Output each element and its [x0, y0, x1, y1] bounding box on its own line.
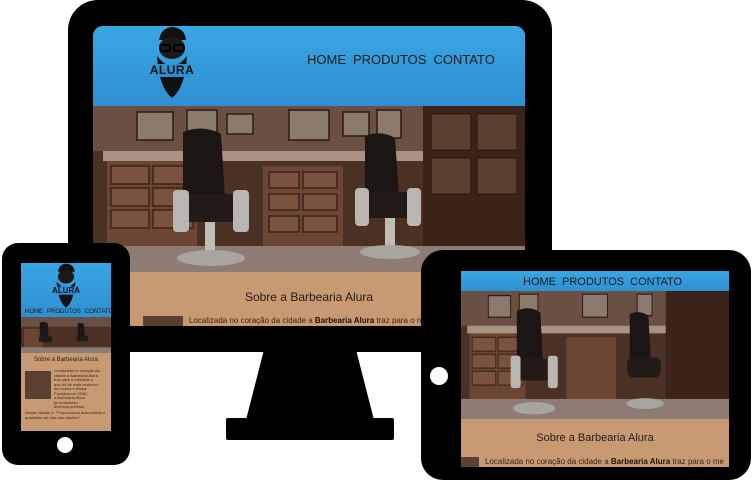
about-text-brand: Barbearia Alura — [314, 316, 375, 325]
phone-nav: HOME PRODUTOS CONTATO — [25, 309, 111, 315]
tablet-about-thumbnail — [461, 457, 479, 467]
tablet-barbershop-photo — [461, 291, 729, 419]
about-text-suffix: traz para o me — [670, 457, 724, 466]
phone-home-button[interactable] — [57, 437, 73, 453]
phone-logo[interactable]: ALURA — [51, 263, 81, 309]
about-text-prefix: Localizada no coração da cidade a — [485, 457, 611, 466]
phone-about-line: diversos prêmios — [54, 404, 85, 409]
desktop-about-thumbnail — [143, 316, 183, 326]
phone-barbershop-photo — [21, 317, 111, 353]
barbershop-interior-image — [93, 106, 525, 272]
nav-home[interactable]: HOME — [307, 52, 346, 67]
phone-about-title: Sobre a Barbearia Alura — [33, 357, 99, 363]
desktop-nav: HOME PRODUTOS CONTATO — [307, 52, 495, 67]
phone-logo-text: ALURA — [52, 286, 80, 295]
phone-nav-produtos[interactable]: PRODUTOS — [47, 309, 81, 315]
tablet-site-header: HOME PRODUTOS CONTATO — [461, 271, 729, 291]
phone-nav-contato[interactable]: CONTATO — [85, 309, 111, 315]
about-text-brand: Barbearia Alura — [610, 457, 671, 466]
monitor-neck — [246, 350, 374, 420]
phone-nav-home[interactable]: HOME — [25, 309, 43, 315]
tablet-about-text: Localizada no coração da cidade a Barbea… — [485, 457, 729, 466]
tablet-screen: HOME PRODUTOS CONTATO Sobre a Barbearia … — [461, 271, 729, 467]
desktop-barbershop-photo — [93, 106, 525, 272]
phone-about-text: Localizada no coração da cidade a Barbea… — [54, 368, 110, 410]
barbershop-interior-image — [461, 291, 729, 419]
logo-text: ALURA — [149, 63, 195, 77]
phone-about-thumbnail — [25, 371, 51, 399]
monitor-base — [226, 418, 394, 440]
tablet-nav-home[interactable]: HOME — [523, 276, 556, 288]
nav-contato[interactable]: CONTATO — [433, 52, 494, 67]
tablet-about-title: Sobre a Barbearia Alura — [536, 432, 654, 444]
tablet-nav-contato[interactable]: CONTATO — [630, 276, 682, 288]
phone-screen: ALURA HOME PRODUTOS CONTATO Sobre a Barb… — [21, 263, 111, 431]
about-text-prefix: Localizada no coração da cidade a — [189, 316, 315, 325]
desktop-logo[interactable]: ALURA — [149, 26, 195, 100]
tablet-home-button[interactable] — [430, 367, 448, 385]
tablet-nav-produtos[interactable]: PRODUTOS — [562, 276, 624, 288]
tablet-nav: HOME PRODUTOS CONTATO — [523, 276, 682, 288]
desktop-site-header: ALURA HOME PRODUTOS CONTATO — [93, 26, 525, 106]
phone-quote: Nossa missão é: "Proporcionar auto-estim… — [25, 410, 106, 420]
barbershop-interior-image — [21, 317, 111, 353]
nav-produtos[interactable]: PRODUTOS — [353, 52, 426, 67]
